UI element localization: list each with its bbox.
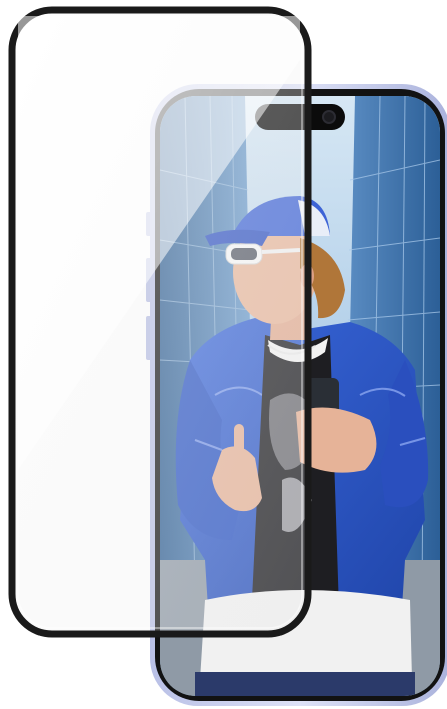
screen-protector: [8, 6, 312, 638]
front-camera-icon: [322, 110, 336, 124]
product-illustration: [8, 6, 447, 706]
product-image: [0, 0, 447, 709]
